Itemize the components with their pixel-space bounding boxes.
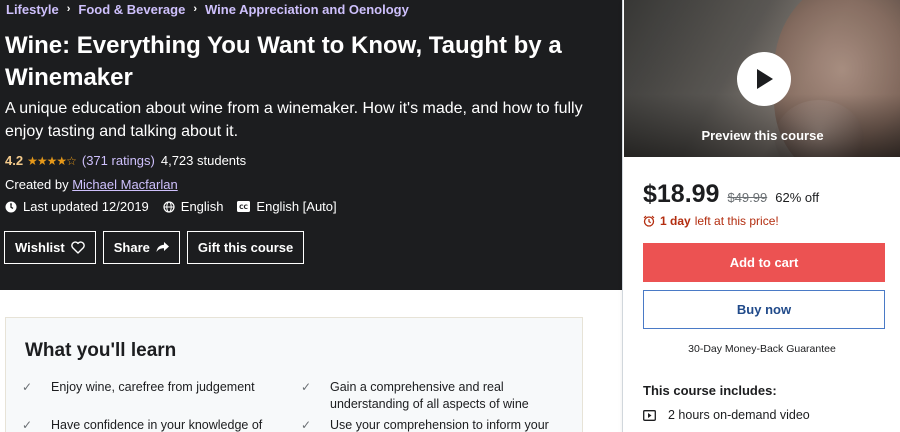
include-item-text: 2 hours on-demand video <box>668 408 810 422</box>
buy-now-button[interactable]: Buy now <box>643 290 885 329</box>
rating-value: 4.2 <box>5 153 24 168</box>
check-icon: ✓ <box>22 418 33 432</box>
price-urgency: 1 day left at this price! <box>643 214 779 228</box>
language: English <box>163 199 224 214</box>
clock-icon <box>5 201 17 212</box>
play-button[interactable] <box>737 52 791 106</box>
breadcrumb-separator: › <box>66 3 71 15</box>
breadcrumb-wine-oenology[interactable]: Wine Appreciation and Oenology <box>205 2 409 17</box>
last-updated: Last updated 12/2019 <box>5 199 149 214</box>
price-row: $18.99 $49.99 62% off <box>643 180 819 209</box>
learn-item-text: Enjoy wine, carefree from judgement <box>51 380 255 394</box>
learn-item: ✓ Enjoy wine, carefree from judgement <box>22 379 291 396</box>
header-actions: Wishlist Share Gift this course <box>4 231 311 264</box>
urgency-text: left at this price! <box>694 214 779 228</box>
check-icon: ✓ <box>22 380 33 394</box>
current-price: $18.99 <box>643 180 720 208</box>
money-back-guarantee: 30-Day Money-Back Guarantee <box>688 343 836 355</box>
learn-item-text: Gain a comprehensive and real understand… <box>330 380 529 411</box>
last-updated-text: Last updated 12/2019 <box>23 199 149 214</box>
check-icon: ✓ <box>301 418 312 432</box>
language-text: English <box>180 199 224 214</box>
video-icon <box>643 409 656 421</box>
discount-percent: 62% off <box>775 190 820 205</box>
heart-icon <box>70 241 85 254</box>
alarm-icon <box>643 215 655 227</box>
globe-icon <box>163 200 175 213</box>
includes-heading: This course includes: <box>643 383 777 398</box>
learn-item-text: Have confidence in your knowledge of win… <box>51 418 263 432</box>
urgency-days: 1 day <box>660 214 691 228</box>
course-meta: Last updated 12/2019 English CC English … <box>5 199 351 214</box>
share-label: Share <box>113 240 150 255</box>
original-price: $49.99 <box>727 190 768 205</box>
students-count: 4,723 students <box>160 153 247 168</box>
course-preview[interactable]: Preview this course <box>624 0 900 157</box>
what-youll-learn-box: What you'll learn ✓ Enjoy wine, carefree… <box>5 317 583 432</box>
learn-item: ✓ Gain a comprehensive and real understa… <box>301 379 540 413</box>
breadcrumb-separator: › <box>193 3 198 15</box>
instructor-link[interactable]: Michael Macfarlan <box>72 177 178 192</box>
share-button[interactable]: Share <box>102 231 180 264</box>
star-rating: ★★★★☆ <box>27 153 77 168</box>
course-title: Wine: Everything You Want to Know, Taugh… <box>5 32 562 91</box>
purchase-sidebar: Preview this course $18.99 $49.99 62% of… <box>622 0 900 432</box>
course-subtitle: A unique education about wine from a win… <box>5 100 583 140</box>
created-by-label: Created by <box>5 177 69 192</box>
breadcrumb: Lifestyle › Food & Beverage › Wine Appre… <box>6 0 409 18</box>
add-to-cart-button[interactable]: Add to cart <box>643 243 885 282</box>
wishlist-button[interactable]: Wishlist <box>4 231 96 264</box>
created-by: Created by Michael Macfarlan <box>5 177 178 192</box>
breadcrumb-lifestyle[interactable]: Lifestyle <box>6 2 59 17</box>
rating-row: 4.2 ★★★★☆ (371 ratings) 4,723 students <box>5 153 246 168</box>
cc-icon: CC <box>237 201 251 212</box>
captions: CC English [Auto] <box>237 199 337 214</box>
gift-label: Gift this course <box>197 240 294 255</box>
ratings-count-link[interactable]: (371 ratings) <box>82 153 155 168</box>
check-icon: ✓ <box>301 380 312 394</box>
wishlist-label: Wishlist <box>15 240 65 255</box>
learn-heading: What you'll learn <box>25 340 177 361</box>
include-item-video: 2 hours on-demand video <box>643 408 810 422</box>
gift-course-button[interactable]: Gift this course <box>186 231 305 264</box>
svg-text:CC: CC <box>240 204 249 211</box>
breadcrumb-food-beverage[interactable]: Food & Beverage <box>78 2 185 17</box>
preview-label: Preview this course <box>701 128 824 143</box>
captions-text: English [Auto] <box>256 199 337 214</box>
share-arrow-icon <box>156 242 169 252</box>
learn-item: ✓ Have confidence in your knowledge of w… <box>22 417 291 432</box>
learn-item: ✓ Use your comprehension to inform your <box>301 417 560 432</box>
play-icon <box>757 69 773 89</box>
learn-item-text: Use your comprehension to inform your <box>330 418 549 432</box>
